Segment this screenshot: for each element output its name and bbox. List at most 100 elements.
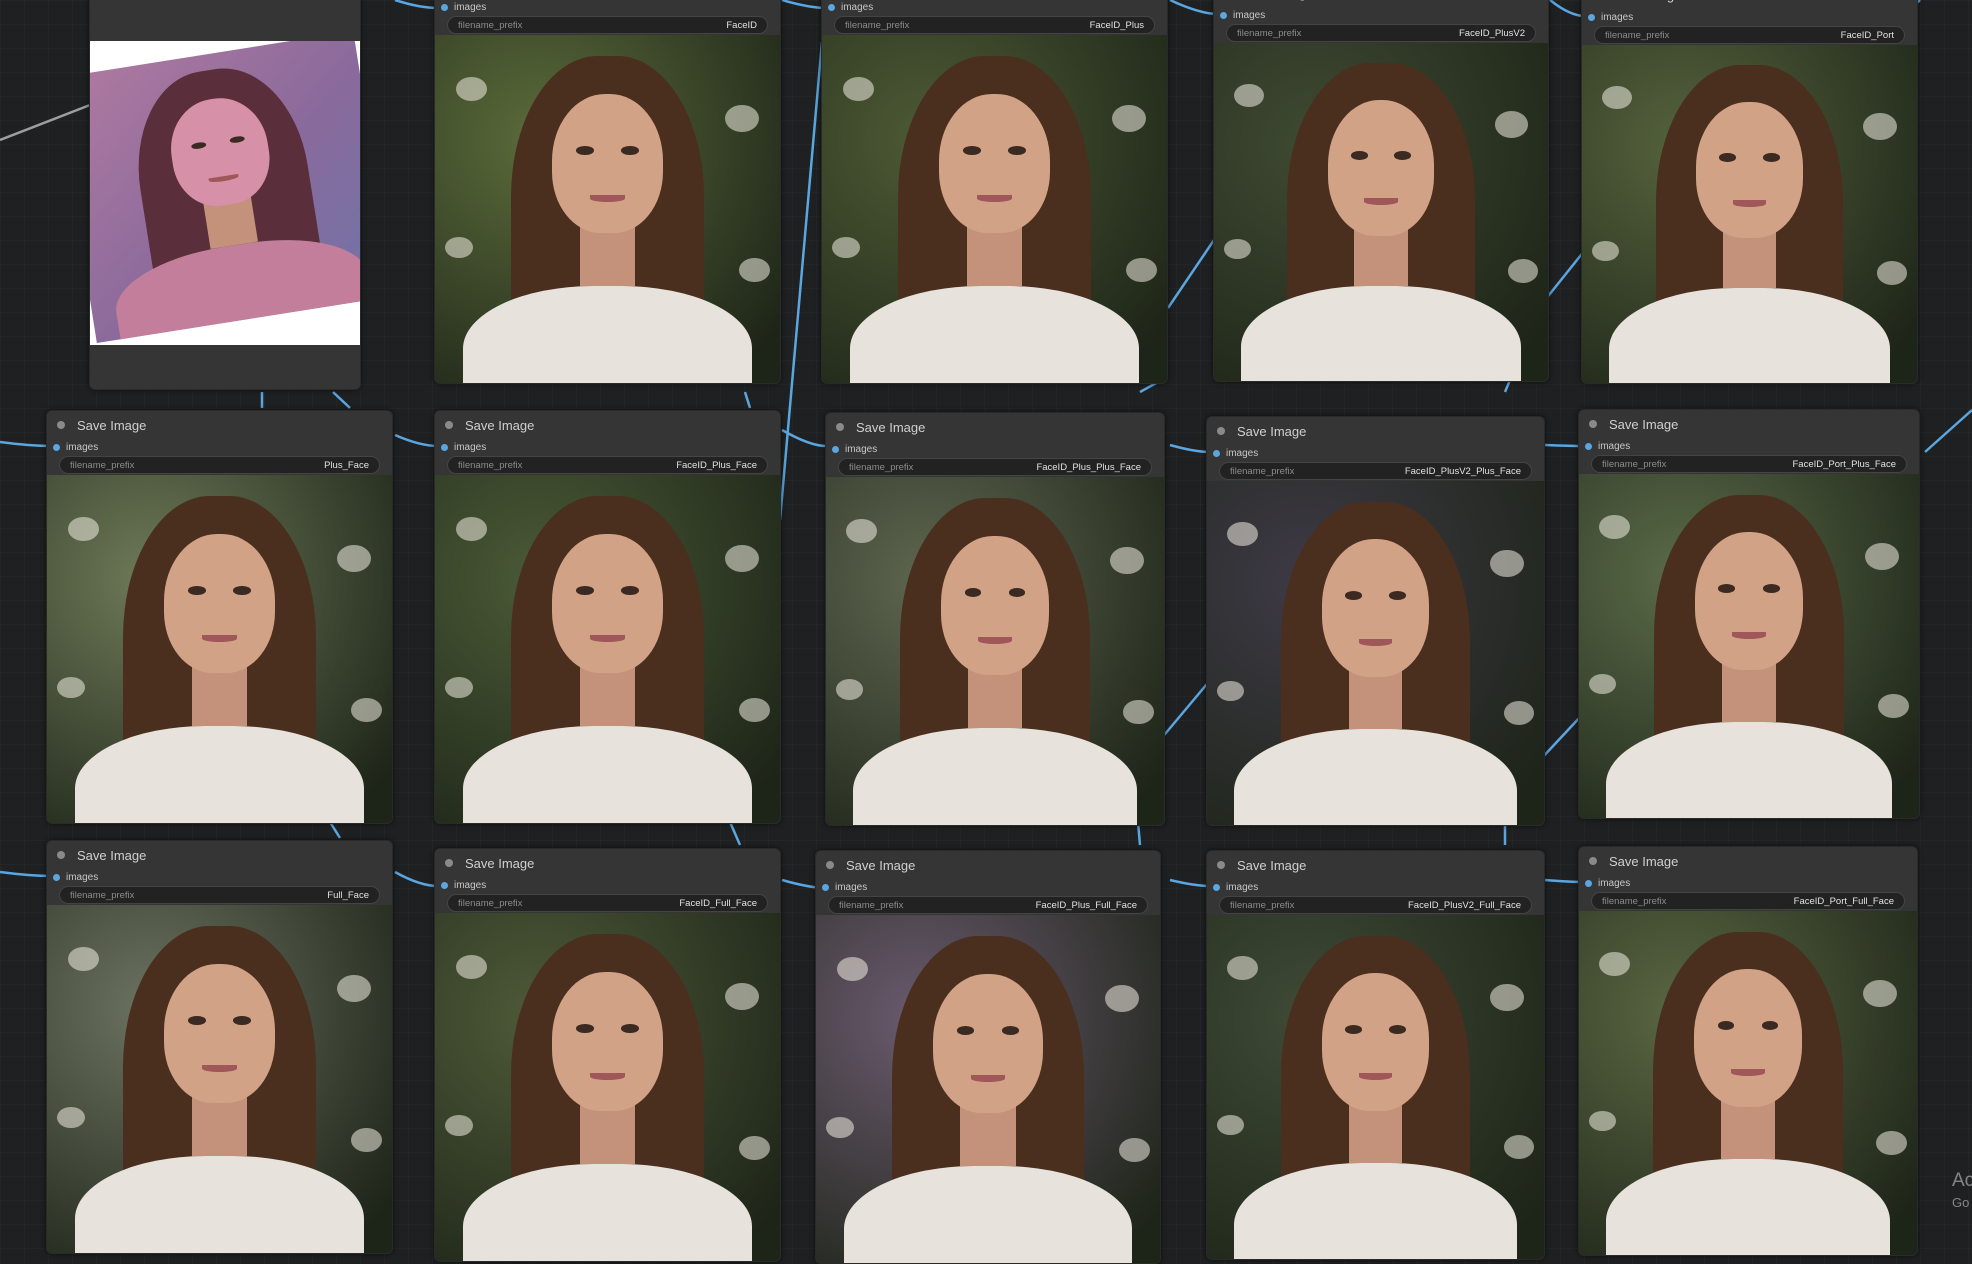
node-header[interactable]: Save Image [1579, 410, 1919, 438]
collapse-dot-icon[interactable] [445, 421, 453, 429]
load-image-node[interactable] [89, 0, 361, 390]
images-input-slot[interactable]: images [1207, 879, 1544, 895]
input-socket-icon[interactable] [1213, 883, 1220, 891]
images-input-slot[interactable]: images [435, 0, 780, 15]
input-socket-icon[interactable] [1585, 879, 1592, 887]
filename-prefix-field[interactable]: filename_prefix FaceID_PlusV2 [1226, 24, 1536, 42]
save-image-node[interactable]: Save Image images filename_prefix FaceID_Po… [1581, 0, 1918, 384]
save-image-node[interactable]: Save Image images filename_prefix FaceID_Po… [1578, 409, 1920, 819]
input-socket-icon[interactable] [1220, 11, 1227, 19]
collapse-dot-icon[interactable] [836, 423, 844, 431]
filename-prefix-field[interactable]: filename_prefix FaceID_Plus_Plus_Face [838, 458, 1152, 476]
input-socket-icon[interactable] [828, 3, 835, 11]
node-header[interactable]: Save Image [47, 841, 392, 869]
collapse-dot-icon[interactable] [445, 859, 453, 867]
images-input-slot[interactable]: images [1582, 9, 1917, 25]
widget-label: filename_prefix [845, 19, 910, 31]
node-header[interactable]: Save Image [826, 413, 1164, 441]
input-socket-icon[interactable] [822, 883, 829, 891]
widget-label: filename_prefix [1605, 29, 1670, 41]
generated-image [435, 35, 780, 383]
node-header[interactable]: Save Image [1579, 847, 1917, 875]
widget-value: FaceID_PlusV2_Full_Face [1408, 899, 1521, 911]
node-header[interactable]: Save Image [1207, 851, 1544, 879]
filename-prefix-field[interactable]: filename_prefix FaceID_PlusV2_Full_Face [1219, 896, 1532, 914]
widget-value: FaceID [726, 19, 757, 31]
input-socket-icon[interactable] [832, 445, 839, 453]
slot-label: images [1226, 447, 1259, 459]
save-image-node[interactable]: Save Image images filename_prefix Plus_Face [46, 410, 393, 824]
save-image-node[interactable]: Save Image images filename_prefix FaceID_Po… [1578, 846, 1918, 1256]
save-image-node[interactable]: Save Image images filename_prefix FaceID_Pl… [1206, 850, 1545, 1260]
widget-label: filename_prefix [849, 461, 914, 473]
node-header[interactable]: Save Image [1214, 0, 1548, 7]
images-input-slot[interactable]: images [1207, 445, 1544, 461]
save-image-node[interactable]: Save Imageimagesfilename_prefixFaceID_Pl… [825, 412, 1165, 826]
widget-value: Plus_Face [324, 459, 369, 471]
widget-label: filename_prefix [1237, 27, 1302, 39]
filename-prefix-field[interactable]: filename_prefix Plus_Face [59, 456, 380, 474]
images-input-slot[interactable]: images [435, 877, 780, 893]
input-socket-icon[interactable] [53, 443, 60, 451]
node-header[interactable]: Save Image [1582, 0, 1917, 9]
node-graph-canvas[interactable]: Save Image images filename_prefix FaceID Sav… [0, 0, 1972, 1264]
images-input-slot[interactable]: images [1579, 438, 1919, 454]
save-image-node[interactable]: Save Imageimagesfilename_prefixFaceID_Pl… [434, 410, 781, 824]
slot-label: images [1226, 881, 1259, 893]
images-input-slot[interactable]: images [47, 439, 392, 455]
save-image-node[interactable]: Save Imageimagesfilename_prefixFaceID_Pl… [815, 850, 1161, 1264]
node-header[interactable]: Save Image [435, 849, 780, 877]
collapse-dot-icon[interactable] [826, 861, 834, 869]
filename-prefix-field[interactable]: filename_prefix FaceID_Port_Full_Face [1591, 892, 1905, 910]
images-input-slot[interactable]: images [47, 869, 392, 885]
generated-image [1579, 911, 1917, 1255]
filename-prefix-field[interactable]: filename_prefix FaceID_Plus_Face [447, 456, 768, 474]
save-image-node[interactable]: Save Imageimagesfilename_prefixFaceID [434, 0, 781, 384]
filename-prefix-field[interactable]: filename_prefix FaceID_Plus [834, 16, 1155, 34]
images-input-slot[interactable]: images [826, 441, 1164, 457]
filename-prefix-field[interactable]: filename_prefix FaceID_PlusV2_Plus_Face [1219, 462, 1532, 480]
save-image-node[interactable]: Save Imageimagesfilename_prefixFaceID_Pl… [1213, 0, 1549, 382]
input-socket-icon[interactable] [1588, 13, 1595, 21]
images-input-slot[interactable]: images [1214, 7, 1548, 23]
collapse-dot-icon[interactable] [57, 421, 65, 429]
collapse-dot-icon[interactable] [1589, 857, 1597, 865]
collapse-dot-icon[interactable] [57, 851, 65, 859]
generated-image [1579, 474, 1919, 818]
node-header[interactable]: Save Image [435, 411, 780, 439]
widget-label: filename_prefix [1230, 899, 1295, 911]
generated-image [1207, 481, 1544, 825]
slot-label: images [66, 441, 99, 453]
slot-label: images [454, 879, 487, 891]
filename-prefix-field[interactable]: filename_prefix FaceID_Full_Face [447, 894, 768, 912]
filename-prefix-field[interactable]: filename_prefix FaceID_Port [1594, 26, 1905, 44]
collapse-dot-icon[interactable] [1217, 861, 1225, 869]
node-header[interactable]: Save Image [1207, 417, 1544, 445]
save-image-node[interactable]: Save Imageimagesfilename_prefixFaceID_Pl… [821, 0, 1168, 384]
node-header[interactable]: Save Image [47, 411, 392, 439]
images-input-slot[interactable]: images [435, 439, 780, 455]
save-image-node[interactable]: Save Image images filename_prefixFaceID_Pl… [1206, 416, 1545, 826]
images-input-slot[interactable]: images [822, 0, 1167, 15]
widget-label: filename_prefix [839, 899, 904, 911]
input-socket-icon[interactable] [1213, 449, 1220, 457]
collapse-dot-icon[interactable] [1217, 427, 1225, 435]
input-socket-icon[interactable] [441, 881, 448, 889]
filename-prefix-field[interactable]: filename_prefix FaceID_Port_Plus_Face [1591, 455, 1907, 473]
save-image-node[interactable]: Save Image images filename_prefix FaceID_Fu… [434, 848, 781, 1262]
node-header[interactable]: Save Image [816, 851, 1160, 879]
input-socket-icon[interactable] [53, 873, 60, 881]
generated-image [822, 35, 1167, 383]
filename-prefix-field[interactable]: filename_prefix Full_Face [59, 886, 380, 904]
save-image-node[interactable]: Save Image images filename_prefix Full_Face [46, 840, 393, 1254]
collapse-dot-icon[interactable] [1589, 420, 1597, 428]
images-input-slot[interactable]: images [816, 879, 1160, 895]
input-socket-icon[interactable] [441, 3, 448, 11]
filename-prefix-field[interactable]: filename_prefix FaceID [447, 16, 768, 34]
filename-prefix-field[interactable]: filename_prefix FaceID_Plus_Full_Face [828, 896, 1148, 914]
input-socket-icon[interactable] [441, 443, 448, 451]
widget-label: filename_prefix [1602, 458, 1667, 470]
input-socket-icon[interactable] [1585, 442, 1592, 450]
widget-value: FaceID_Port_Plus_Face [1792, 458, 1897, 470]
images-input-slot[interactable]: images [1579, 875, 1917, 891]
